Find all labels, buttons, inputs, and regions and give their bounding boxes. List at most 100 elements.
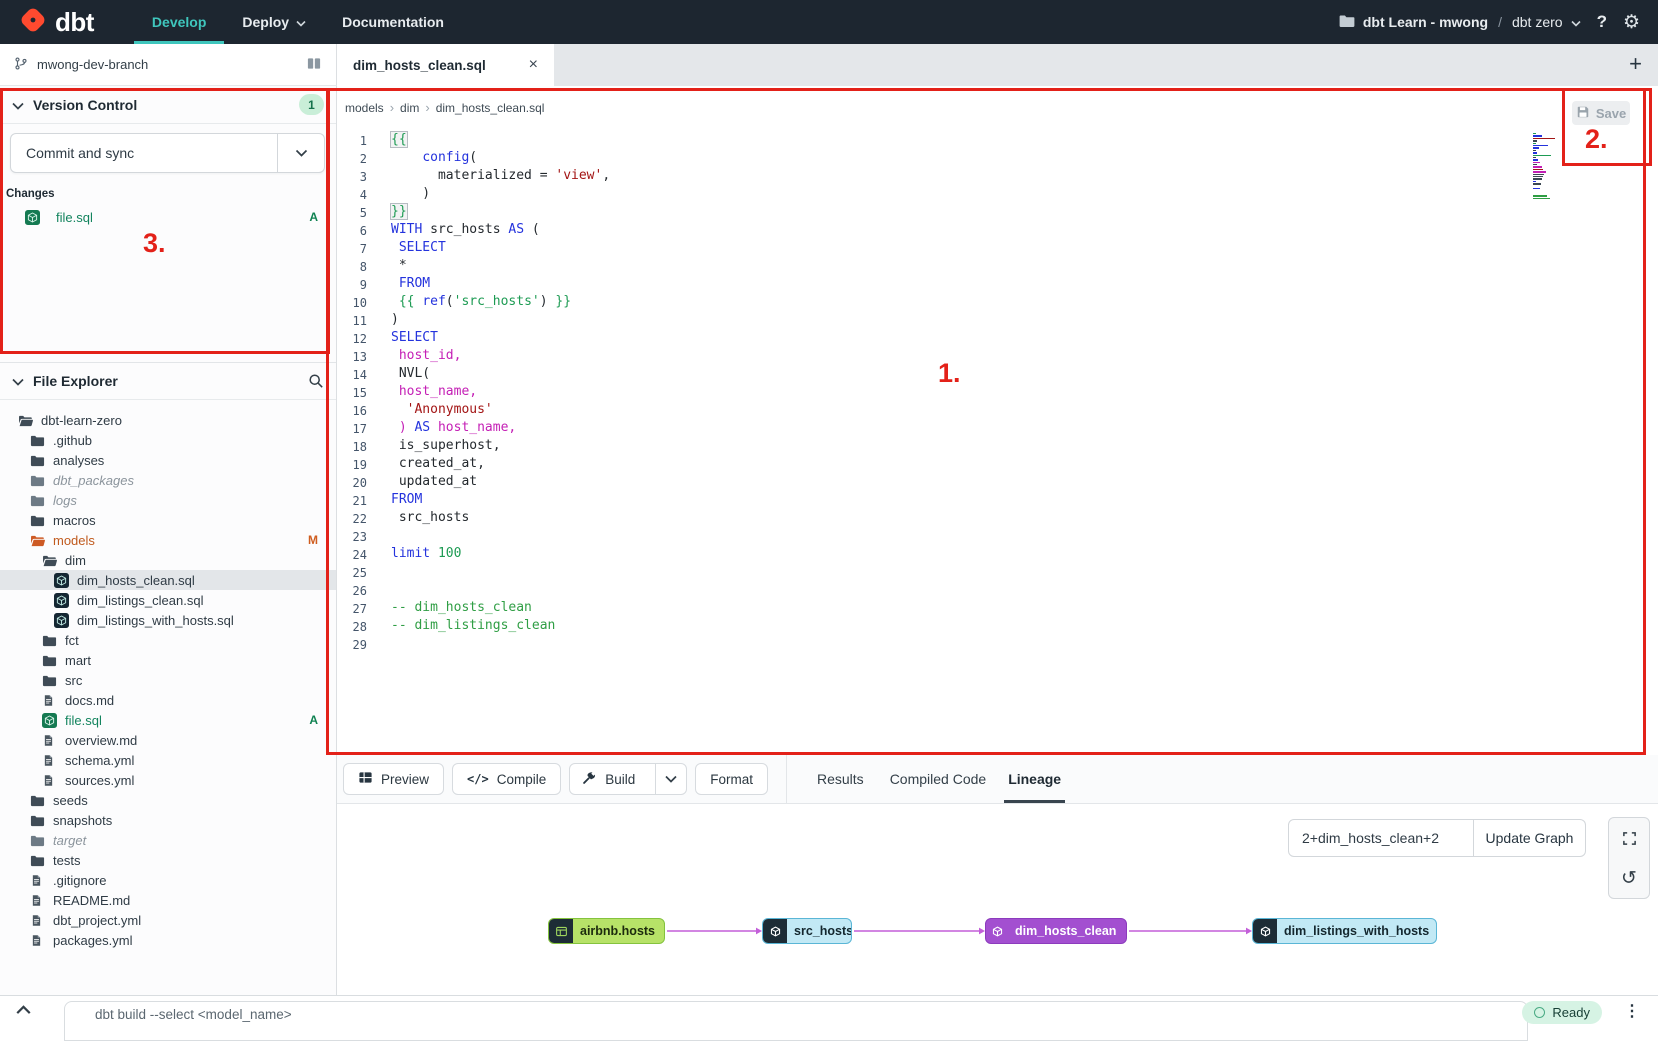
code-line-17[interactable]: 17 ) AS host_name, [337, 419, 1618, 437]
code-line-4[interactable]: 4 ) [337, 185, 1618, 203]
tree-item-dim-listings-with-hosts-sql[interactable]: dim_listings_with_hosts.sql [0, 610, 336, 630]
tree-item-sources-yml[interactable]: sources.yml [0, 770, 336, 790]
code-line-19[interactable]: 19 created_at, [337, 455, 1618, 473]
code-line-14[interactable]: 14 NVL( [337, 365, 1618, 383]
tree-item-dbt-learn-zero[interactable]: dbt-learn-zero [0, 410, 336, 430]
nav-deploy[interactable]: Deploy [224, 0, 324, 44]
code-line-24[interactable]: 24limit 100 [337, 545, 1618, 563]
build-options-chevron[interactable] [655, 764, 686, 794]
tab-dim-hosts-clean[interactable]: dim_hosts_clean.sql × [337, 44, 554, 86]
code-line-22[interactable]: 22 src_hosts [337, 509, 1618, 527]
tree-item-analyses[interactable]: analyses [0, 450, 336, 470]
code-line-9[interactable]: 9 FROM [337, 275, 1618, 293]
breadcrumb-dim[interactable]: dim [400, 101, 419, 115]
tree-item--github[interactable]: .github [0, 430, 336, 450]
new-tab-button[interactable]: + [1629, 51, 1642, 77]
tree-item-readme-md[interactable]: README.md [0, 890, 336, 910]
code-line-11[interactable]: 11) [337, 311, 1618, 329]
code-area[interactable]: 1{{2 config(3 materialized = 'view',4 )5… [337, 131, 1618, 755]
tree-item-overview-md[interactable]: overview.md [0, 730, 336, 750]
minimap[interactable] [1533, 133, 1562, 201]
code-line-20[interactable]: 20 updated_at [337, 473, 1618, 491]
code-line-10[interactable]: 10 {{ ref('src_hosts') }} [337, 293, 1618, 311]
tree-item-fct[interactable]: fct [0, 630, 336, 650]
code-line-8[interactable]: 8 * [337, 257, 1618, 275]
changed-file-row[interactable]: file.sql A [0, 206, 336, 228]
tree-item-file-sql[interactable]: file.sqlA [0, 710, 336, 730]
tab-compiled-code[interactable]: Compiled Code [890, 755, 987, 803]
tab-results[interactable]: Results [817, 755, 864, 803]
code-line-1[interactable]: 1{{ [337, 131, 1618, 149]
tree-item-logs[interactable]: logs [0, 490, 336, 510]
tree-item-dim-hosts-clean-sql[interactable]: dim_hosts_clean.sql [0, 570, 336, 590]
code-line-7[interactable]: 7 SELECT [337, 239, 1618, 257]
build-button[interactable]: Build [569, 763, 687, 795]
tree-item-label: file.sql [65, 713, 102, 728]
code-line-5[interactable]: 5}} [337, 203, 1618, 221]
tree-item-dim-listings-clean-sql[interactable]: dim_listings_clean.sql [0, 590, 336, 610]
line-number: 7 [337, 239, 367, 257]
code-line-13[interactable]: 13 host_id, [337, 347, 1618, 365]
lineage-graph[interactable]: airbnb.hosts src_hosts dim_hosts_clean dim_… [337, 804, 1658, 995]
format-button[interactable]: Format [695, 763, 768, 795]
folder-icon [1339, 14, 1355, 31]
tree-item-mart[interactable]: mart [0, 650, 336, 670]
tree-item-src[interactable]: src [0, 670, 336, 690]
line-number: 2 [337, 149, 367, 167]
tree-item-dbt-project-yml[interactable]: dbt_project.yml [0, 910, 336, 930]
tree-item-docs-md[interactable]: docs.md [0, 690, 336, 710]
tree-item-packages-yml[interactable]: packages.yml [0, 930, 336, 950]
code-line-16[interactable]: 16 'Anonymous' [337, 401, 1618, 419]
tree-item-macros[interactable]: macros [0, 510, 336, 530]
code-line-27[interactable]: 27-- dim_hosts_clean [337, 599, 1618, 617]
code-line-2[interactable]: 2 config( [337, 149, 1618, 167]
code-line-29[interactable]: 29 [337, 635, 1618, 653]
tree-item-target[interactable]: target [0, 830, 336, 850]
command-input[interactable]: dbt build --select <model_name> [64, 1001, 1528, 1041]
code-line-18[interactable]: 18 is_superhost, [337, 437, 1618, 455]
close-icon[interactable]: × [529, 56, 538, 74]
code-line-15[interactable]: 15 host_name, [337, 383, 1618, 401]
project-selector[interactable]: dbt Learn - mwong / dbt zero [1339, 14, 1581, 31]
kebab-menu-icon[interactable]: ⋮ [1624, 1001, 1640, 1021]
lineage-node-dim-listings-with-hosts[interactable]: dim_listings_with_hosts [1252, 918, 1437, 944]
nav-develop[interactable]: Develop [134, 0, 224, 44]
code-line-content: {{ [367, 131, 407, 149]
tree-item-dbt-packages[interactable]: dbt_packages [0, 470, 336, 490]
tree-item-snapshots[interactable]: snapshots [0, 810, 336, 830]
version-control-header[interactable]: Version Control 1 [0, 86, 336, 124]
breadcrumb-models[interactable]: models [345, 101, 384, 115]
tree-item-dim[interactable]: dim [0, 550, 336, 570]
nav-documentation[interactable]: Documentation [324, 0, 462, 44]
commit-options-chevron[interactable] [277, 134, 324, 172]
commit-and-sync-button[interactable]: Commit and sync [10, 133, 325, 173]
code-line-25[interactable]: 25 [337, 563, 1618, 581]
code-line-3[interactable]: 3 materialized = 'view', [337, 167, 1618, 185]
code-line-21[interactable]: 21FROM [337, 491, 1618, 509]
code-line-6[interactable]: 6WITH src_hosts AS ( [337, 221, 1618, 239]
tree-item-schema-yml[interactable]: schema.yml [0, 750, 336, 770]
lineage-node-dim-hosts-clean[interactable]: dim_hosts_clean [985, 918, 1127, 944]
tree-item--gitignore[interactable]: .gitignore [0, 870, 336, 890]
search-icon[interactable] [308, 373, 324, 389]
save-button[interactable]: Save [1572, 101, 1630, 125]
code-line-23[interactable]: 23 [337, 527, 1618, 545]
docs-book-icon[interactable] [306, 56, 322, 74]
code-line-12[interactable]: 12SELECT [337, 329, 1618, 347]
tree-item-models[interactable]: modelsM [0, 530, 336, 550]
dbt-logo[interactable]: dbt [18, 5, 94, 40]
compile-button[interactable]: </> Compile [452, 763, 561, 795]
help-icon[interactable]: ? [1595, 12, 1609, 32]
chevron-up-icon[interactable] [16, 1005, 31, 1015]
gear-icon[interactable]: ⚙ [1623, 11, 1640, 34]
lineage-node-src-hosts[interactable]: src_hosts [762, 918, 852, 944]
lineage-node-airbnb-hosts[interactable]: airbnb.hosts [548, 918, 665, 944]
tree-item-seeds[interactable]: seeds [0, 790, 336, 810]
breadcrumb-file[interactable]: dim_hosts_clean.sql [436, 101, 545, 115]
tree-item-tests[interactable]: tests [0, 850, 336, 870]
preview-button[interactable]: Preview [343, 763, 444, 795]
code-line-26[interactable]: 26 [337, 581, 1618, 599]
code-line-28[interactable]: 28-- dim_listings_clean [337, 617, 1618, 635]
file-explorer-header[interactable]: File Explorer [0, 363, 336, 400]
tab-lineage[interactable]: Lineage [1008, 755, 1061, 803]
